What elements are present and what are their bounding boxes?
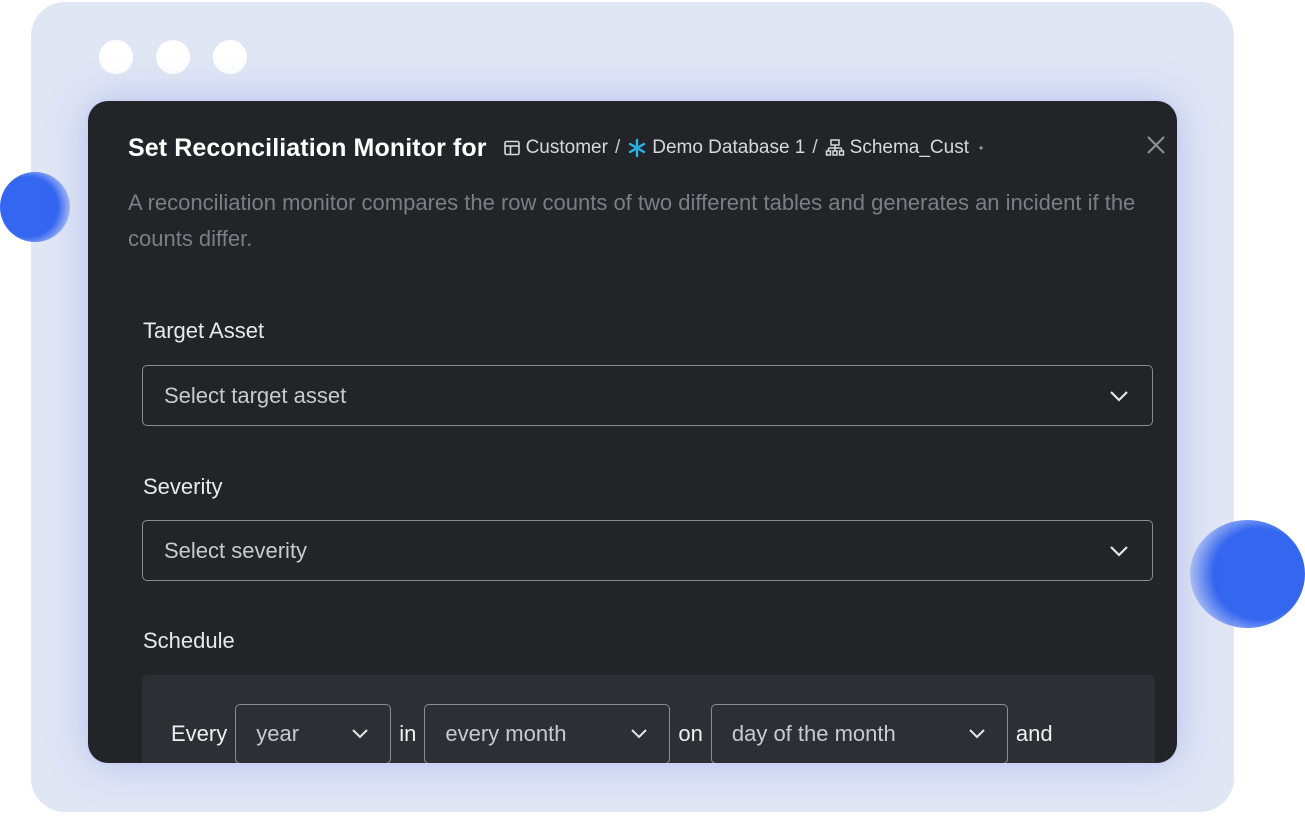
breadcrumb-item-database[interactable]: Demo Database 1: [627, 137, 805, 159]
severity-placeholder: Select severity: [164, 537, 308, 563]
breadcrumb-separator: /: [812, 137, 818, 158]
reconciliation-monitor-modal: Set Reconciliation Monitor for Customer …: [88, 101, 1177, 763]
schema-icon: [825, 139, 844, 156]
modal-description: A reconciliation monitor compares the ro…: [128, 190, 1136, 251]
schedule-month-value: every month: [445, 721, 567, 746]
chevron-down-icon: [631, 729, 648, 739]
breadcrumb-label-database: Demo Database 1: [652, 137, 806, 158]
breadcrumb-overflow-dot-icon: •: [979, 141, 984, 155]
chevron-down-icon: [1110, 391, 1128, 402]
schedule-day-value: day of the month: [731, 721, 896, 746]
breadcrumb-item-schema[interactable]: Schema_Cust: [825, 137, 969, 159]
window-dot-maximize[interactable]: [213, 40, 247, 74]
close-icon[interactable]: [1145, 134, 1167, 156]
snowflake-icon: [629, 138, 646, 158]
chevron-down-icon: [969, 729, 985, 739]
schedule-period-select[interactable]: year: [235, 704, 392, 763]
window-controls: [99, 40, 247, 74]
target-asset-select[interactable]: Select target asset: [142, 365, 1153, 426]
schedule-row: Every year in every month on day of the …: [171, 704, 1053, 763]
schedule-panel: Every year in every month on day of the …: [142, 675, 1155, 763]
schedule-and-text: and: [1015, 721, 1053, 746]
breadcrumb-item-table[interactable]: Customer: [503, 137, 608, 159]
schedule-month-select[interactable]: every month: [424, 704, 671, 763]
breadcrumb-separator: /: [614, 137, 621, 158]
target-asset-placeholder: Select target asset: [164, 382, 347, 408]
severity-select[interactable]: Select severity: [142, 520, 1153, 581]
chevron-down-icon: [352, 729, 368, 739]
decorative-blob-right: [1190, 520, 1305, 628]
decorative-blob-left: [0, 172, 70, 242]
modal-title: Set Reconciliation Monitor for: [128, 133, 487, 162]
target-asset-label: Target Asset: [143, 318, 265, 343]
chevron-down-icon: [1110, 546, 1128, 557]
schedule-on-text: on: [678, 721, 703, 746]
table-icon: [503, 140, 520, 156]
schedule-every-text: Every: [171, 721, 228, 746]
window-dot-minimize[interactable]: [156, 40, 190, 74]
schedule-day-select[interactable]: day of the month: [710, 704, 1008, 763]
severity-label: Severity: [143, 474, 223, 499]
schedule-period-value: year: [256, 721, 300, 746]
breadcrumb-label-schema: Schema_Cust: [849, 137, 969, 158]
schedule-label: Schedule: [143, 628, 235, 653]
breadcrumb-label-table: Customer: [525, 137, 608, 158]
breadcrumb: Customer / Demo Database 1 / Schema_Cust…: [503, 137, 984, 159]
window-dot-close[interactable]: [99, 40, 133, 74]
schedule-in-text: in: [399, 721, 417, 746]
modal-header: Set Reconciliation Monitor for Customer …: [128, 131, 1137, 165]
